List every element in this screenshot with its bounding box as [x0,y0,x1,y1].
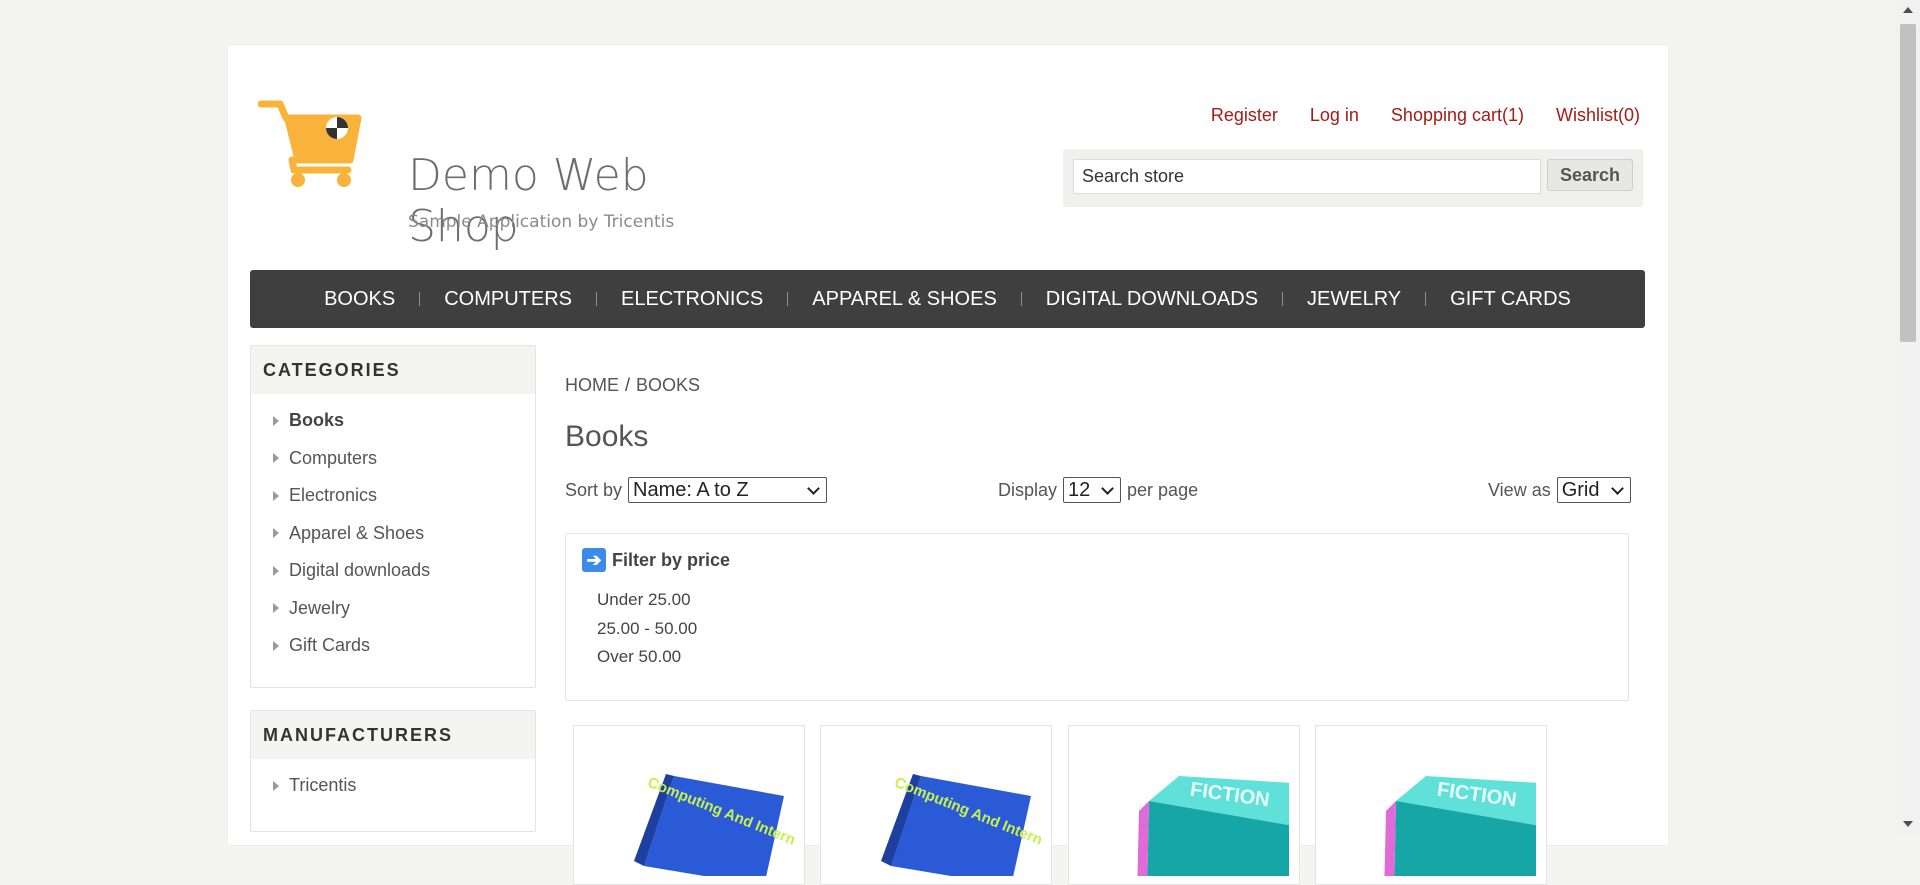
search-button[interactable]: Search [1547,159,1633,191]
category-item-apparel-shoes[interactable]: Apparel & Shoes [273,515,535,553]
nav-jewelry[interactable]: JEWELRY [1283,288,1425,311]
product-image[interactable]: FICTION [1109,756,1289,876]
product-item[interactable]: Computing And Internet [573,725,805,885]
master-wrapper: Demo Web Shop Sample Application by Tric… [228,45,1668,885]
categories-list: Books Computers Electronics Apparel & Sh… [251,394,535,671]
sort-select[interactable]: Name: A to Z [628,477,828,503]
categories-title: CATEGORIES [251,346,535,394]
filter-header: ➔ Filter by price [582,548,730,572]
scrollbar-thumb[interactable] [1900,24,1916,342]
product-item[interactable]: FICTION [1068,725,1300,885]
nav-computers[interactable]: COMPUTERS [420,288,596,311]
product-image[interactable]: Computing And Internet [861,756,1041,876]
page-title: Books [565,420,649,453]
price-range-item[interactable]: Under 25.00 [597,590,697,619]
search-box: Search [1063,149,1643,207]
page-size: Display 12 per page [998,477,1198,503]
chevron-down-icon [807,481,820,495]
caret-right-icon [273,640,279,651]
manufacturers-block: MANUFACTURERS Tricentis [250,710,536,832]
nav-books[interactable]: BOOKS [300,288,419,311]
caret-right-icon [273,415,279,426]
breadcrumb: HOME / BOOKS [565,375,700,396]
view-mode: View as Grid [1488,477,1631,503]
sort-by: Sort by Name: A to Z [565,477,828,503]
filter-title: Filter by price [612,549,731,570]
caret-right-icon [273,603,279,614]
nav-electronics[interactable]: ELECTRONICS [597,288,787,311]
logo-title: Demo Web Shop [408,150,649,252]
category-item-electronics[interactable]: Electronics [273,477,535,515]
breadcrumb-separator: / [625,375,631,395]
price-range-list: Under 25.00 25.00 - 50.00 Over 50.00 [597,590,697,676]
manufacturers-list: Tricentis [251,759,535,811]
category-item-digital-downloads[interactable]: Digital downloads [273,552,535,590]
category-item-computers[interactable]: Computers [273,440,535,478]
manufacturer-label: Tricentis [289,775,357,795]
caret-right-icon [273,565,279,576]
product-item[interactable]: Computing And Internet [820,725,1052,885]
logo-subtitle: Sample Application by Tricentis [408,212,675,232]
wishlist-link[interactable]: Wishlist(0) [1556,105,1640,126]
sort-value: Name: A to Z [633,478,749,501]
header-links: Register Log in Shopping cart(1) Wishlis… [1211,105,1640,126]
page-size-value: 12 [1068,478,1091,501]
search-input[interactable] [1073,159,1541,194]
arrow-right-icon: ➔ [582,548,606,572]
product-image[interactable]: FICTION [1356,756,1536,876]
register-link[interactable]: Register [1211,105,1278,126]
store-logo[interactable]: Demo Web Shop Sample Application by Tric… [258,100,738,252]
shopping-cart-icon [258,100,362,187]
category-item-gift-cards[interactable]: Gift Cards [273,627,535,665]
vertical-scrollbar[interactable] [1896,0,1920,834]
category-label: Gift Cards [289,635,371,655]
view-mode-value: Grid [1561,478,1600,501]
chevron-down-icon [1610,481,1624,495]
display-label: Display [998,479,1058,500]
category-label: Books [289,410,345,430]
scroll-up-icon[interactable] [1903,7,1913,13]
caret-right-icon [273,490,279,501]
top-menu: BOOKS COMPUTERS ELECTRONICS APPAREL & SH… [250,270,1645,328]
manufacturer-item-tricentis[interactable]: Tricentis [273,767,535,805]
category-label: Apparel & Shoes [289,522,425,543]
sort-label: Sort by [565,479,623,500]
nav-digital-downloads[interactable]: DIGITAL DOWNLOADS [1022,288,1282,311]
nav-apparel-shoes[interactable]: APPAREL & SHOES [788,288,1021,311]
category-label: Jewelry [289,597,351,618]
category-item-books[interactable]: Books [273,402,535,440]
page-size-select[interactable]: 12 [1063,477,1122,503]
shopping-cart-link[interactable]: Shopping cart(1) [1391,105,1524,126]
price-range-item[interactable]: Over 50.00 [597,647,697,676]
breadcrumb-home[interactable]: HOME [565,375,619,395]
category-item-jewelry[interactable]: Jewelry [273,590,535,628]
chevron-down-icon [1101,481,1114,495]
categories-block: CATEGORIES Books Computers Electronics A… [250,345,536,688]
caret-right-icon [273,528,279,539]
product-image[interactable]: Computing And Internet [614,756,794,876]
category-label: Digital downloads [289,560,431,580]
view-label: View as [1488,479,1551,500]
category-label: Electronics [289,485,378,505]
manufacturers-title: MANUFACTURERS [251,711,535,759]
price-range-item[interactable]: 25.00 - 50.00 [597,619,697,648]
breadcrumb-current: BOOKS [636,375,701,395]
scroll-down-icon[interactable] [1903,821,1913,827]
category-label: Computers [289,447,378,468]
view-mode-select[interactable]: Grid [1556,477,1631,503]
caret-right-icon [273,453,279,464]
product-item[interactable]: FICTION [1315,725,1547,885]
display-suffix: per page [1127,479,1199,500]
nav-gift-cards[interactable]: GIFT CARDS [1426,288,1595,311]
caret-right-icon [273,780,279,791]
price-filter: ➔ Filter by price Under 25.00 25.00 - 50… [565,533,1629,701]
login-link[interactable]: Log in [1310,105,1359,126]
